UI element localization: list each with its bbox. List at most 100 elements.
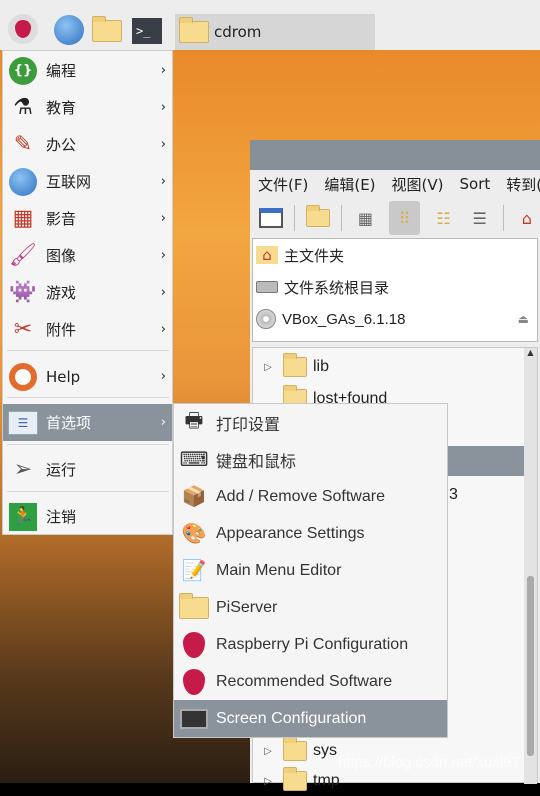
submenu-item-piserver[interactable]: PiServer — [174, 589, 447, 626]
new-window-icon[interactable] — [258, 204, 284, 232]
menu-item-sound-video[interactable]: ▦ 影音 › — [3, 200, 172, 237]
folder-icon — [283, 767, 307, 791]
menu-item-games[interactable]: 👾 游戏 › — [3, 274, 172, 311]
printer-icon: 🖶 — [184, 409, 204, 432]
menu-item-internet[interactable]: 互联网 › — [3, 163, 172, 200]
divider — [341, 205, 343, 231]
sound-video-icon: ▦ — [12, 206, 34, 231]
submenu-item-keyboard-mouse[interactable]: ⌨ 键盘和鼠标 — [174, 441, 447, 478]
divider — [294, 205, 296, 231]
monitor-icon — [178, 704, 210, 734]
appearance-icon: 🎨 — [181, 523, 207, 545]
education-icon: ⚗ — [13, 95, 33, 120]
home-icon[interactable]: ⌂ — [514, 204, 540, 232]
folder-icon[interactable] — [92, 16, 124, 52]
taskbar: >_ cdrom — [0, 0, 540, 50]
submenu-item-main-menu-editor[interactable]: 📝 Main Menu Editor — [174, 552, 447, 589]
tree-item-tmp[interactable]: ▷ tmp — [253, 766, 340, 796]
menu-item-programming[interactable]: {} 编程 › — [3, 52, 172, 89]
list-view-icon[interactable]: ☰ — [467, 204, 493, 232]
menu-item-preferences[interactable]: ☰ 首选项 › — [3, 404, 172, 441]
divider — [7, 444, 169, 445]
scrollbar[interactable]: ▲ — [524, 348, 537, 784]
expand-icon[interactable]: ▷ — [253, 746, 283, 757]
graphics-icon: 🖌 — [9, 243, 37, 268]
place-home[interactable]: ⌂ 主文件夹 — [253, 239, 537, 271]
raspberry-icon — [178, 667, 210, 697]
package-icon: 📦 — [181, 486, 207, 508]
internet-icon — [7, 167, 39, 196]
globe-icon[interactable] — [54, 15, 84, 45]
menu-go[interactable]: 转到(G — [506, 174, 540, 195]
watermark: https://blog.csdn.net/xuxl97 — [338, 754, 520, 771]
task-button-cdrom[interactable]: cdrom — [175, 14, 375, 50]
games-icon: 👾 — [9, 280, 37, 305]
eject-icon[interactable]: ⏏ — [518, 312, 529, 326]
chevron-right-icon: › — [160, 369, 166, 384]
menu-sort[interactable]: Sort — [460, 175, 491, 193]
submenu-item-raspberry-pi-configuration[interactable]: Raspberry Pi Configuration — [174, 626, 447, 663]
menu-view[interactable]: 视图(V) — [392, 174, 444, 195]
chevron-right-icon: › — [160, 100, 166, 115]
compact-view-icon[interactable]: ☷ — [430, 204, 456, 232]
expand-icon[interactable]: ▷ — [253, 362, 283, 373]
menu-file[interactable]: 文件(F) — [258, 174, 308, 195]
menu-item-logout[interactable]: 🏃 注销 — [3, 498, 172, 535]
icon-view-icon[interactable]: ⠿ — [388, 201, 421, 235]
menu-item-help[interactable]: Help › — [3, 358, 172, 395]
chevron-right-icon: › — [160, 211, 166, 226]
terminal-icon[interactable]: >_ — [132, 18, 162, 44]
main-menu: {} 编程 › ⚗ 教育 › ✎ 办公 › 互联网 › ▦ 影音 › 🖌 图像 › 👾 游戏 › ✂ 附件 ›… — [2, 50, 173, 535]
submenu-item-print-settings[interactable]: 🖶 打印设置 — [174, 404, 447, 441]
help-icon — [7, 362, 39, 391]
submenu-item-add-remove-software[interactable]: 📦 Add / Remove Software — [174, 478, 447, 515]
programming-icon: {} — [7, 56, 39, 85]
menu-item-education[interactable]: ⚗ 教育 › — [3, 89, 172, 126]
folder-icon — [283, 737, 307, 761]
divider — [7, 491, 169, 492]
accessories-icon: ✂ — [13, 317, 33, 342]
scroll-up-icon[interactable]: ▲ — [524, 348, 537, 357]
menu-editor-icon: 📝 — [181, 560, 207, 582]
menu-item-graphics[interactable]: 🖌 图像 › — [3, 237, 172, 274]
disc-icon — [256, 309, 276, 329]
place-root[interactable]: 文件系统根目录 — [253, 271, 537, 303]
chevron-right-icon: › — [160, 137, 166, 152]
keyboard-mouse-icon: ⌨ — [179, 449, 209, 471]
places-pane: ⌂ 主文件夹 文件系统根目录 VBox_GAs_6.1.18 ⏏ — [252, 238, 538, 342]
chevron-right-icon: › — [160, 415, 166, 430]
tree-item-sys[interactable]: ▷ sys — [253, 736, 337, 766]
scrollbar-thumb[interactable] — [527, 576, 534, 756]
submenu-item-screen-configuration[interactable]: Screen Configuration — [174, 700, 447, 737]
menu-item-accessories[interactable]: ✂ 附件 › — [3, 311, 172, 348]
home-folder-icon: ⌂ — [256, 246, 278, 264]
place-vbox[interactable]: VBox_GAs_6.1.18 ⏏ — [253, 303, 537, 335]
menu-item-office[interactable]: ✎ 办公 › — [3, 126, 172, 163]
expand-icon[interactable]: ▷ — [253, 776, 283, 787]
menu-bar: 文件(F) 编辑(E) 视图(V) Sort 转到(G — [250, 170, 540, 198]
chevron-right-icon: › — [160, 174, 166, 189]
title-bar[interactable] — [250, 140, 540, 170]
logout-icon: 🏃 — [7, 502, 39, 531]
chevron-right-icon: › — [160, 285, 166, 300]
new-folder-icon[interactable] — [305, 204, 331, 232]
thumbnail-view-icon[interactable]: ▦ — [352, 204, 378, 232]
menu-edit[interactable]: 编辑(E) — [324, 174, 375, 195]
divider — [7, 350, 169, 351]
preferences-icon: ☰ — [7, 409, 39, 437]
raspberry-icon — [178, 630, 210, 660]
submenu-item-recommended-software[interactable]: Recommended Software — [174, 663, 447, 700]
raspberry-menu-icon[interactable] — [8, 14, 38, 44]
divider — [502, 205, 504, 231]
preferences-submenu: 🖶 打印设置 ⌨ 键盘和鼠标 📦 Add / Remove Software 🎨 App… — [173, 403, 448, 738]
drive-icon — [256, 281, 278, 293]
folder-icon — [283, 353, 307, 377]
menu-item-run[interactable]: ➢ 运行 — [3, 451, 172, 488]
chevron-right-icon: › — [160, 248, 166, 263]
toolbar: ▦ ⠿ ☷ ☰ ⌂ — [250, 198, 540, 238]
folder-icon — [179, 17, 209, 43]
submenu-item-appearance-settings[interactable]: 🎨 Appearance Settings — [174, 515, 447, 552]
tree-item-lib[interactable]: ▷ lib — [253, 352, 329, 382]
chevron-right-icon: › — [160, 322, 166, 337]
divider — [7, 397, 169, 398]
